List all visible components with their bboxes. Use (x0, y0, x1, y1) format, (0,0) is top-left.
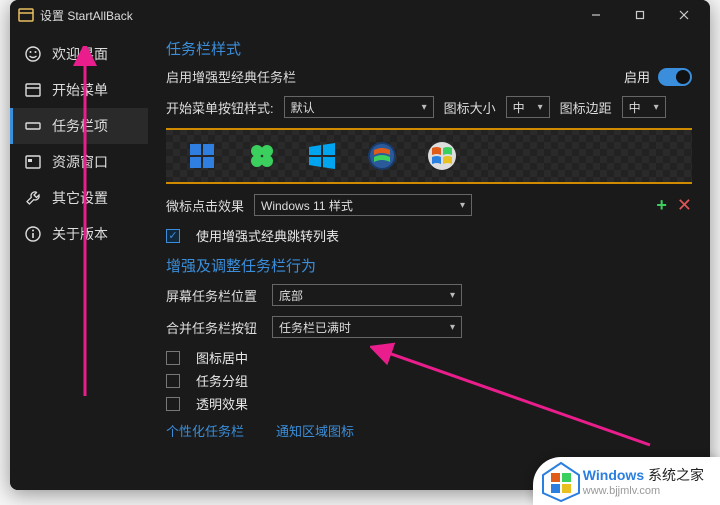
chevron-down-icon: ▾ (450, 322, 455, 333)
center-icons-checkbox[interactable] (166, 351, 180, 365)
group-tasks-checkbox[interactable] (166, 374, 180, 388)
brand-url: www.bjjmlv.com (583, 485, 704, 497)
watermark-brand: Windows 系统之家 www.bjjmlv.com (533, 457, 720, 505)
app-icon (18, 7, 34, 23)
win10-start-icon[interactable] (306, 140, 338, 172)
add-button[interactable]: + (656, 195, 667, 216)
explorer-icon (24, 153, 42, 171)
app-window: 设置 StartAllBack 欢迎界面 开始菜单 (10, 0, 710, 490)
sidebar: 欢迎界面 开始菜单 任务栏项 资源窗口 (10, 30, 148, 490)
maximize-button[interactable] (618, 0, 662, 30)
taskbar-position-label: 屏幕任务栏位置 (166, 286, 262, 305)
main-panel: 任务栏样式 启用增强型经典任务栏 启用 开始菜单按钮样式: 默认 ▾ 图标大小 … (148, 30, 710, 490)
click-effect-select[interactable]: Windows 11 样式 ▾ (254, 194, 472, 216)
taskbar-position-select[interactable]: 底部 ▾ (272, 284, 462, 306)
sidebar-item-welcome[interactable]: 欢迎界面 (10, 36, 148, 72)
brand-title: Windows 系统之家 (583, 465, 704, 485)
chevron-down-icon: ▾ (538, 102, 543, 113)
titlebar: 设置 StartAllBack (10, 0, 710, 30)
icon-size-label: 图标大小 (444, 98, 496, 117)
combine-buttons-select[interactable]: 任务栏已满时 ▾ (272, 316, 462, 338)
chevron-down-icon: ▾ (450, 290, 455, 301)
chevron-down-icon: ▾ (422, 102, 427, 113)
transparency-label: 透明效果 (196, 394, 248, 413)
jump-list-checkbox[interactable] (166, 229, 180, 243)
combine-buttons-label: 合并任务栏按钮 (166, 318, 262, 337)
sidebar-item-explorer[interactable]: 资源窗口 (10, 144, 148, 180)
sidebar-item-startmenu[interactable]: 开始菜单 (10, 72, 148, 108)
winxp-orb-icon[interactable] (426, 140, 458, 172)
enable-classic-taskbar-label: 启用增强型经典任务栏 (166, 67, 296, 86)
icon-size-select[interactable]: 中 ▾ (506, 96, 550, 118)
chevron-down-icon: ▾ (654, 102, 659, 113)
sidebar-item-label: 其它设置 (52, 188, 108, 208)
group-tasks-label: 任务分组 (196, 371, 248, 390)
center-icons-label: 图标居中 (196, 348, 248, 367)
personalize-taskbar-link[interactable]: 个性化任务栏 (166, 421, 244, 440)
window-title: 设置 StartAllBack (40, 7, 133, 24)
smile-icon (24, 45, 42, 63)
clover-start-icon[interactable] (246, 140, 278, 172)
win7-orb-icon[interactable] (366, 140, 398, 172)
start-button-style-select[interactable]: 默认 ▾ (284, 96, 434, 118)
sidebar-item-taskbar[interactable]: 任务栏项 (10, 108, 148, 144)
transparency-checkbox[interactable] (166, 397, 180, 411)
section-title-style: 任务栏样式 (166, 38, 692, 59)
notification-area-link[interactable]: 通知区域图标 (276, 421, 354, 440)
jump-list-label: 使用增强式经典跳转列表 (196, 226, 339, 245)
sidebar-item-about[interactable]: 关于版本 (10, 216, 148, 252)
remove-button[interactable]: ✕ (677, 195, 692, 216)
taskbar-icon (24, 117, 42, 135)
sidebar-item-label: 开始菜单 (52, 80, 108, 100)
sidebar-item-other[interactable]: 其它设置 (10, 180, 148, 216)
minimize-button[interactable] (574, 0, 618, 30)
enable-switch-text: 启用 (624, 67, 650, 86)
sidebar-item-label: 关于版本 (52, 224, 108, 244)
info-icon (24, 225, 42, 243)
wrench-icon (24, 189, 42, 207)
start-button-style-label: 开始菜单按钮样式: (166, 98, 274, 117)
win11-start-icon[interactable] (186, 140, 218, 172)
section-title-behavior: 增强及调整任务栏行为 (166, 255, 692, 276)
close-button[interactable] (662, 0, 706, 30)
sidebar-item-label: 欢迎界面 (52, 44, 108, 64)
taskbar-preview (166, 128, 692, 184)
sidebar-item-label: 资源窗口 (52, 152, 108, 172)
chevron-down-icon: ▾ (460, 200, 465, 211)
icon-margin-label: 图标边距 (560, 98, 612, 117)
window-icon (24, 81, 42, 99)
click-effect-label: 微标点击效果 (166, 196, 244, 215)
sidebar-item-label: 任务栏项 (52, 116, 108, 136)
enable-classic-taskbar-toggle[interactable] (658, 68, 692, 86)
icon-margin-select[interactable]: 中 ▾ (622, 96, 666, 118)
brand-logo-icon (539, 459, 583, 503)
